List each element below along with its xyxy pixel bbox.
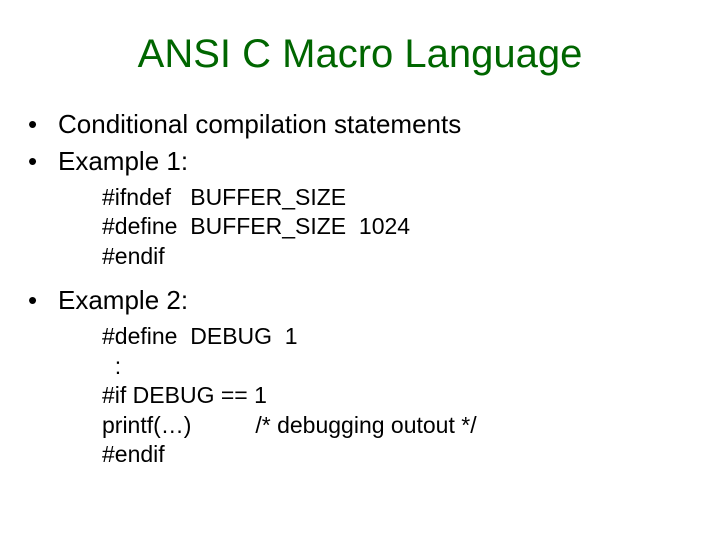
bullet-item: • Conditional compilation statements	[28, 109, 700, 140]
bullet-icon: •	[28, 146, 58, 177]
bullet-icon: •	[28, 109, 58, 140]
code-block-1: #ifndef BUFFER_SIZE #define BUFFER_SIZE …	[102, 183, 700, 271]
bullet-text: Example 2:	[58, 285, 188, 316]
bullet-text: Example 1:	[58, 146, 188, 177]
slide: ANSI C Macro Language • Conditional comp…	[0, 0, 720, 470]
code-block-2: #define DEBUG 1 : #if DEBUG == 1 printf(…	[102, 322, 700, 469]
bullet-text: Conditional compilation statements	[58, 109, 461, 140]
bullet-icon: •	[28, 285, 58, 316]
bullet-item: • Example 2:	[28, 285, 700, 316]
page-title: ANSI C Macro Language	[20, 32, 700, 77]
bullet-item: • Example 1:	[28, 146, 700, 177]
